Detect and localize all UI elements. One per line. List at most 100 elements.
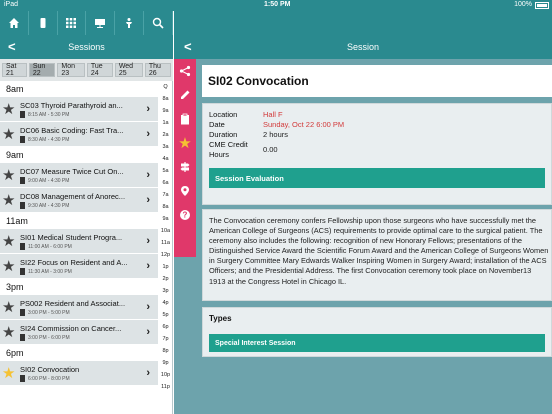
session-title-heading: SI02 Convocation [202,65,552,97]
phone-icon[interactable] [29,11,58,35]
day-tab-active[interactable]: Sun 22 [28,63,56,77]
location-label: Location [209,110,238,119]
session-time: 3:00 PM - 6:00 PM [20,334,70,341]
index-entry[interactable]: 8p [158,345,173,357]
sessions-pane: < Sessions Sat 21 Sun 22 Mon 23 Tue 24 W… [0,11,173,414]
date-value[interactable]: Sunday, Oct 22 6:00 PM [263,120,344,129]
index-entry[interactable]: 2a [158,129,173,141]
index-entry[interactable]: 7a [158,189,173,201]
star-icon[interactable]: ★ [2,259,15,274]
time-index[interactable]: Q 8a 9a 1a 2a 3a 4a 5a 6a 7a 8a 9a 10a 11a 12p 1p 2p 3p 4p… [158,81,173,414]
index-entry[interactable]: 1a [158,117,173,129]
index-entry[interactable]: 9p [158,357,173,369]
session-row[interactable]: ★ DC08 Management of Anorec... 9:30 AM -… [0,188,158,213]
pencil-icon[interactable] [174,83,196,107]
session-evaluation-button[interactable]: Session Evaluation [209,168,545,188]
hour-header: 11am [0,213,158,229]
index-entry[interactable]: 3a [158,141,173,153]
index-entry[interactable]: 11p [158,381,173,393]
star-icon[interactable]: ★ [174,131,196,155]
lectern-icon[interactable] [115,11,144,35]
index-entry[interactable]: 5p [158,309,173,321]
index-entry[interactable]: 6p [158,321,173,333]
action-bar: ★ ? [174,59,196,257]
calendar-icon [20,268,25,275]
index-entry[interactable]: Q [158,81,173,93]
star-icon[interactable]: ★ [2,168,15,183]
index-entry[interactable]: 9a [158,105,173,117]
session-time: 8:30 AM - 4:30 PM [20,136,69,143]
star-icon[interactable]: ★ [2,193,15,208]
session-row[interactable]: ★ SI24 Commission on Cancer... 3:00 PM -… [0,320,158,345]
chevron-right-icon: › [146,103,150,115]
back-chevron-icon[interactable]: < [184,39,192,54]
grid-icon[interactable] [58,11,87,35]
star-icon[interactable]: ★ [2,127,15,142]
star-icon-favorited[interactable]: ★ [2,366,15,381]
index-entry[interactable]: 4p [158,297,173,309]
session-title: PS002 Resident and Associat... [20,299,126,308]
battery-percent: 100% [514,1,532,8]
session-row[interactable]: ★ DC07 Measure Twice Cut On... 9:00 AM -… [0,163,158,188]
star-icon[interactable]: ★ [2,300,15,315]
presentation-icon[interactable] [86,11,116,35]
index-entry[interactable]: 2p [158,273,173,285]
star-icon[interactable]: ★ [2,325,15,340]
calendar-icon [20,375,25,382]
index-entry[interactable]: 3p [158,285,173,297]
index-entry[interactable]: 8a [158,93,173,105]
session-row[interactable]: ★ DC06 Basic Coding: Fast Tra... 8:30 AM… [0,122,158,147]
session-time: 11:30 AM - 3:00 PM [20,268,72,275]
back-chevron-icon[interactable]: < [8,39,16,54]
types-card: Types Special Interest Session [202,307,552,357]
index-entry[interactable]: 6a [158,177,173,189]
index-entry[interactable]: 8a [158,201,173,213]
session-title: SI22 Focus on Resident and A... [20,258,128,267]
session-row[interactable]: ★ SC03 Thyroid Parathyroid an... 8:15 AM… [0,97,158,122]
day-tab[interactable]: Thu 26 [144,63,171,77]
description-card: The Convocation ceremony confers Fellows… [202,209,552,301]
types-label: Types [209,314,232,323]
clipboard-icon[interactable] [174,107,196,131]
session-row[interactable]: ★ PS002 Resident and Associat... 3:00 PM… [0,295,158,320]
day-selector: Sat 21 Sun 22 Mon 23 Tue 24 Wed 25 Thu 2… [0,59,173,81]
index-entry[interactable]: 10p [158,369,173,381]
signpost-icon[interactable] [174,155,196,179]
day-tab[interactable]: Tue 24 [86,63,113,77]
day-tab[interactable]: Sat 21 [2,63,27,77]
index-entry[interactable]: 12p [158,249,173,261]
session-title: DC06 Basic Coding: Fast Tra... [20,126,124,135]
session-row[interactable]: ★ SI22 Focus on Resident and A... 11:30 … [0,254,158,279]
location-value[interactable]: Hall F [263,110,283,119]
day-tab[interactable]: Mon 23 [57,63,85,77]
session-row-selected[interactable]: ★ SI02 Convocation 6:00 PM - 8:00 PM › [0,361,158,386]
cme-value: 0.00 [263,145,278,154]
star-icon[interactable]: ★ [2,102,15,117]
day-tab[interactable]: Wed 25 [114,63,143,77]
star-icon[interactable]: ★ [2,234,15,249]
share-icon[interactable] [174,59,196,83]
index-entry[interactable]: 11a [158,237,173,249]
help-icon[interactable]: ? [174,203,196,227]
cme-label: CME Credit [209,140,248,149]
index-entry[interactable]: 4a [158,153,173,165]
session-title: DC07 Measure Twice Cut On... [20,167,124,176]
index-entry[interactable]: 9a [158,213,173,225]
index-entry[interactable]: 5a [158,165,173,177]
session-header: < Session [174,35,552,59]
index-entry[interactable]: 7p [158,333,173,345]
session-title: SI24 Commission on Cancer... [20,324,122,333]
search-icon[interactable] [144,11,173,35]
location-pin-icon[interactable] [174,179,196,203]
session-time: 6:00 PM - 8:00 PM [20,375,70,382]
calendar-icon [20,243,25,250]
calendar-icon [20,111,25,118]
index-entry[interactable]: 1p [158,261,173,273]
type-tag[interactable]: Special Interest Session [209,334,545,352]
chevron-right-icon: › [146,301,150,313]
session-list[interactable]: 8am ★ SC03 Thyroid Parathyroid an... 8:1… [0,81,158,414]
index-entry[interactable]: 10a [158,225,173,237]
home-icon[interactable] [0,11,29,35]
session-row[interactable]: ★ SI01 Medical Student Progra... 11:00 A… [0,229,158,254]
hour-header: 6pm [0,345,158,361]
